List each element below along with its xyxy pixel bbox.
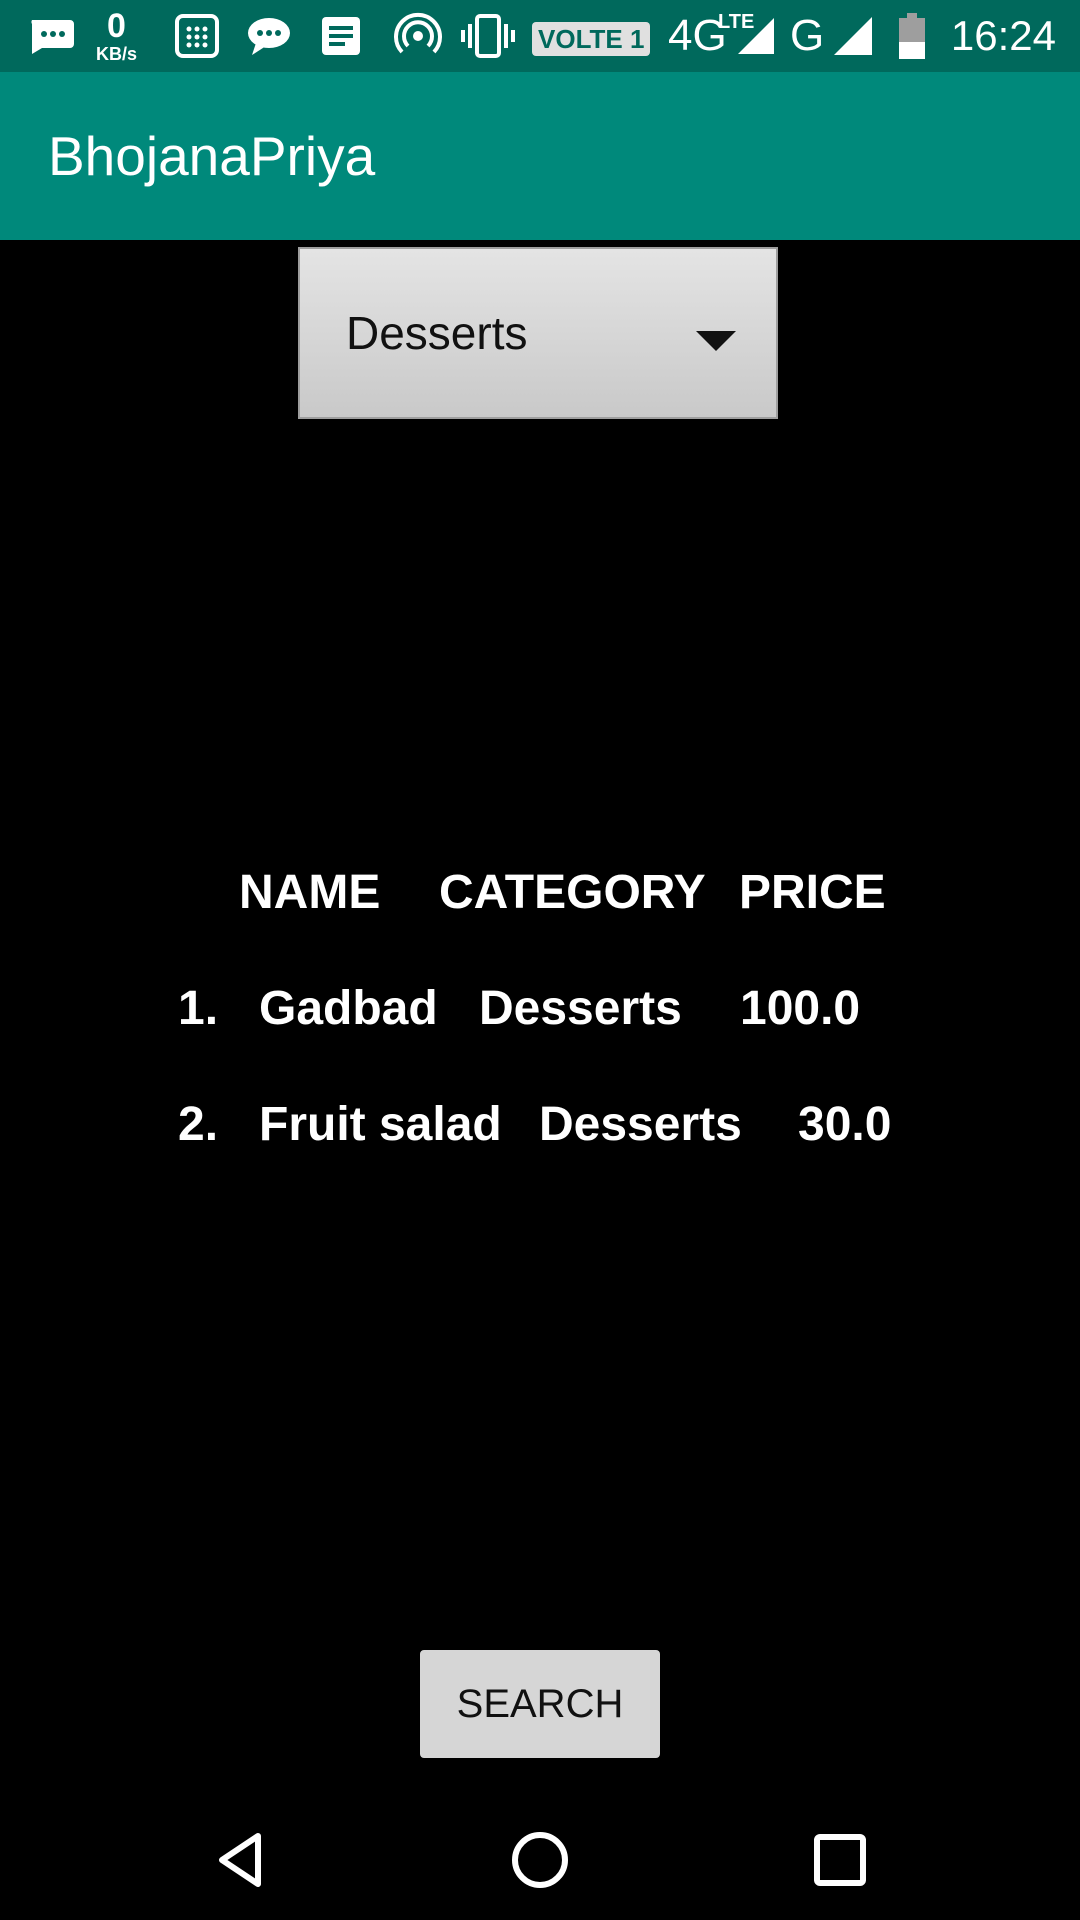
table-row: 1. Gadbad Desserts 100.0 (0, 968, 1080, 1048)
signal-icon (736, 0, 776, 72)
row-name: Gadbad (259, 981, 438, 1035)
header-category: CATEGORY (439, 865, 706, 919)
table-row: 2. Fruit salad Desserts 30.0 (0, 1084, 1080, 1164)
row-price: 100.0 (740, 981, 861, 1035)
row-index: 1. (178, 981, 219, 1035)
net-speed-unit: KB/s (96, 44, 138, 64)
network-g-label: G (790, 11, 825, 60)
navigation-bar (0, 1790, 1080, 1920)
hotspot-icon (394, 0, 442, 72)
dropdown-arrow-icon (696, 331, 736, 351)
row-price: 30.0 (798, 1097, 892, 1151)
app-bar: BhojanaPriya (0, 72, 1080, 240)
table-header: NAME CATEGORY PRICE (0, 852, 1080, 932)
battery-icon (898, 0, 926, 72)
back-icon[interactable] (190, 1810, 290, 1910)
home-icon[interactable] (490, 1810, 590, 1910)
row-name: Fruit salad (259, 1097, 502, 1151)
status-bar: 0 KB/s VOLTE 1 4G LTE G 16:24 (0, 0, 1080, 72)
header-name: NAME (239, 865, 381, 919)
search-button[interactable]: SEARCH (420, 1650, 660, 1758)
recents-icon[interactable] (790, 1810, 890, 1910)
header-price: PRICE (739, 865, 886, 919)
row-category: Desserts (479, 981, 682, 1035)
chat-icon (246, 0, 292, 72)
volte-badge: VOLTE 1 (532, 22, 651, 56)
category-dropdown[interactable]: Desserts (298, 247, 778, 419)
category-dropdown-value: Desserts (346, 307, 528, 359)
clock-time: 16:24 (950, 12, 1056, 59)
row-index: 2. (178, 1097, 219, 1151)
vibrate-icon (460, 0, 516, 72)
row-category: Desserts (539, 1097, 742, 1151)
calculator-icon (174, 0, 220, 72)
message-bubble-icon (26, 0, 76, 72)
app-title: BhojanaPriya (48, 125, 376, 187)
signal-icon (832, 0, 874, 72)
notes-icon (320, 0, 362, 72)
net-speed-value: 0 (107, 7, 126, 45)
net-speed: 0 KB/s (96, 0, 137, 72)
